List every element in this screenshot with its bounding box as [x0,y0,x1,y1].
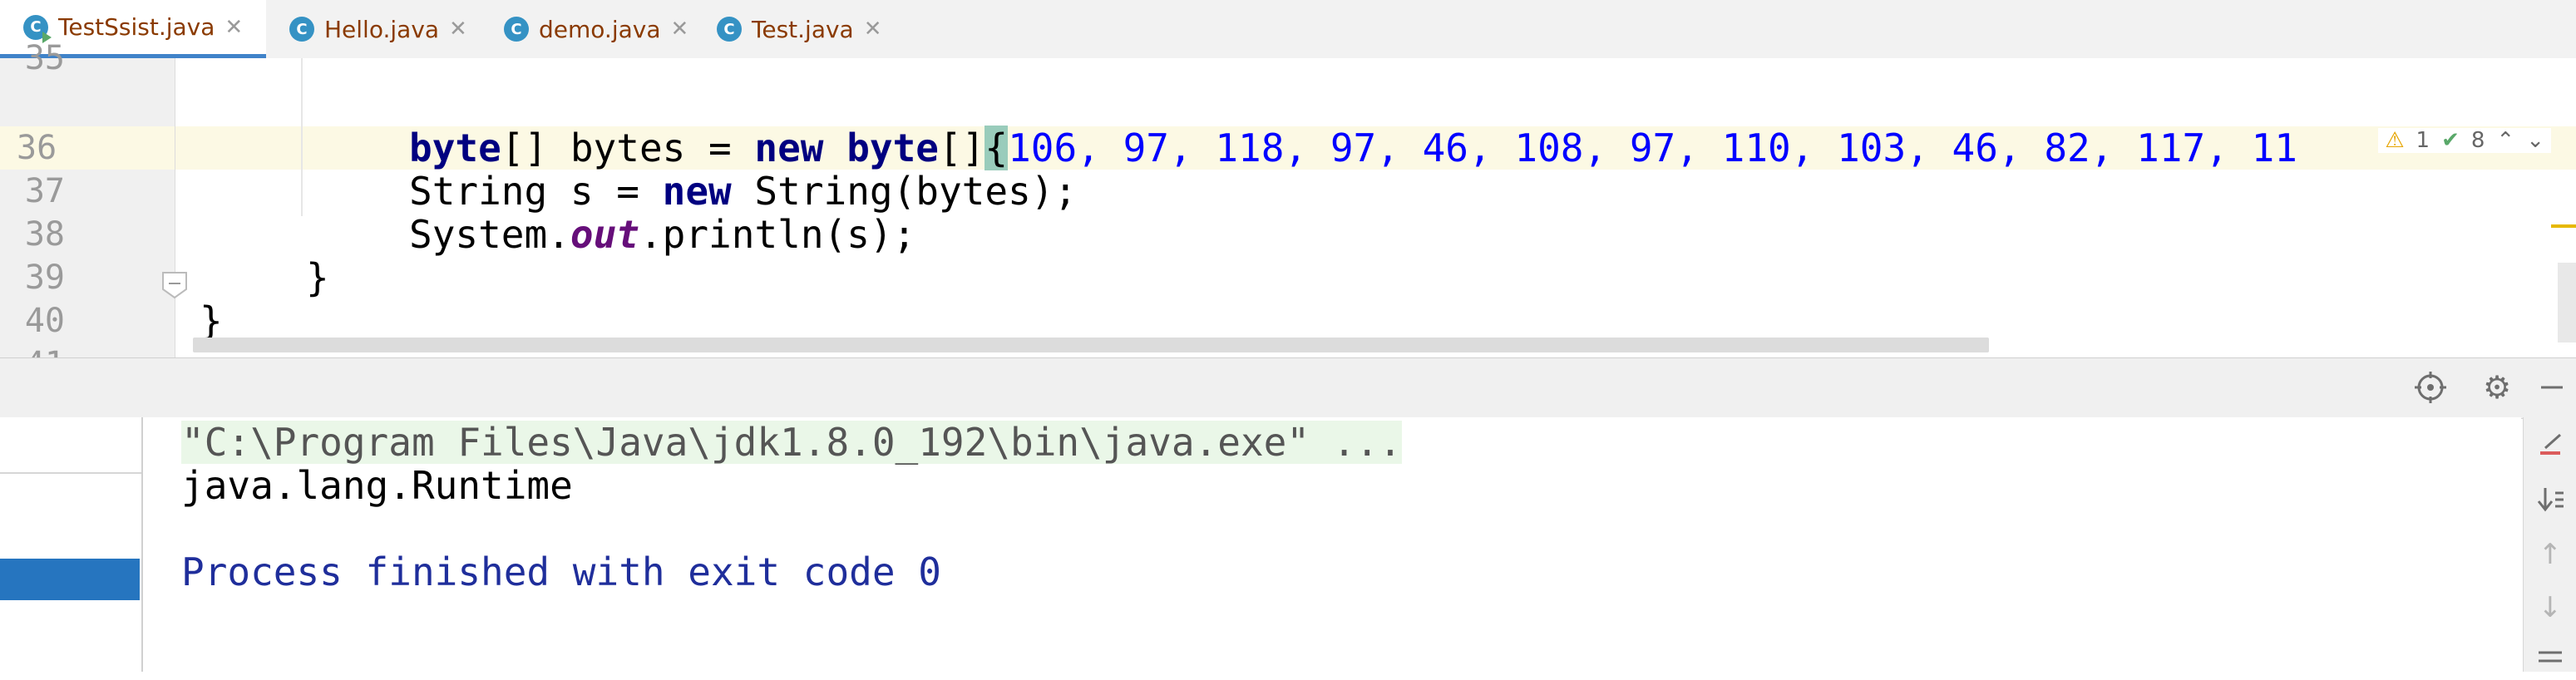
scroll-to-end-icon[interactable] [2529,479,2571,520]
console-output-line: java.lang.Runtime [181,463,573,508]
target-icon[interactable] [2410,367,2451,408]
c-class-icon: C [504,17,529,42]
c-class-icon: C [289,17,314,42]
chevron-up-icon[interactable]: ⌃ [2496,128,2514,153]
keyword: new [662,169,732,214]
line-number: 41 [0,342,65,357]
horizontal-scrollbar[interactable] [193,338,1989,352]
console-exit-line: Process finished with exit code 0 [181,549,941,594]
code-line-36: byte[] bytes = new byte[]{106, 97, 118, … [409,126,2297,170]
gear-icon[interactable]: ⚙ [2476,367,2518,408]
console-command-line: "C:\Program Files\Java\jdk1.8.0_192\bin\… [181,420,1402,465]
tab-demo-java[interactable]: C demo.java ✕ [504,0,688,58]
typo-check-icon: ✔ [2441,128,2460,153]
soft-wrap-icon[interactable] [2529,638,2571,680]
tab-label: Hello.java [324,15,440,43]
editor-tab-bar: C TestSsist.java ✕ C Hello.java ✕ C demo… [0,0,2576,59]
warning-icon: ⚠ [2385,128,2405,153]
up-arrow-icon[interactable]: ↑ [2529,534,2571,575]
indent-guide [301,58,303,216]
vertical-scrollbar[interactable] [2558,263,2576,342]
c-class-run-icon: C [23,14,52,43]
close-icon[interactable]: ✕ [225,15,243,40]
tab-test-java[interactable]: C Test.java ✕ [717,0,882,58]
code-text: .println(s); [639,212,916,257]
static-field: out [570,212,639,257]
chevron-down-icon[interactable]: ⌄ [2526,128,2544,153]
line-number: 37 [24,172,65,210]
close-icon[interactable]: ✕ [670,17,688,42]
run-side-toolbar: ↑ ↓ [2523,417,2576,672]
code-line-40: } [200,298,223,343]
code-text: String s = [409,169,663,214]
close-icon[interactable]: ✕ [864,17,882,42]
close-icon[interactable]: ✕ [449,17,467,42]
down-arrow-icon[interactable]: ↓ [2529,587,2571,628]
tab-label: TestSsist.java [58,13,215,41]
code-line-39: } [306,255,329,300]
line-number: 40 [24,302,65,340]
fold-icon[interactable] [161,271,188,299]
divider [0,472,141,474]
number-list: 106, 97, 118, 97, 46, 108, 97, 110, 103,… [1008,126,2297,170]
code-line-37: String s = new String(bytes); [409,170,1077,213]
console-output[interactable]: "C:\Program Files\Java\jdk1.8.0_192\bin\… [143,417,2521,672]
selected-run-item[interactable] [0,559,140,600]
warning-marker[interactable] [2551,224,2576,228]
run-tool-header: ⚙ [0,357,2576,419]
code-text: String(bytes); [731,169,1078,214]
code-text: System. [409,212,570,257]
run-configurations-panel [0,417,143,672]
tab-hello-java[interactable]: C Hello.java ✕ [289,0,467,58]
line-number-text: 41 [25,345,65,357]
code-line-38: System.out.println(s); [409,213,915,256]
line-number-gutter[interactable]: 35 36 37 38 39 40 41 [0,39,187,357]
line-number: 38 [24,215,65,254]
line-number: 36 [0,126,175,170]
line-number: 39 [24,259,65,297]
c-class-icon: C [717,17,742,42]
warning-count: 1 [2416,128,2430,153]
clear-icon[interactable] [2529,424,2571,466]
tab-label: Test.java [752,15,854,43]
keyword: byte [846,126,939,170]
keyword: new [754,126,824,170]
code-text: [] [939,126,985,170]
code-editor[interactable]: 35 36 37 38 39 40 41 byte[] bytes = new … [0,39,2576,357]
inspection-widget[interactable]: ⚠ 1 ✔ 8 ⌃ ⌄ [2378,128,2551,153]
typo-count: 8 [2470,128,2485,153]
tab-label: demo.java [539,15,661,43]
matched-brace: { [985,126,1009,170]
minimize-icon[interactable] [2531,367,2573,408]
keyword: byte [409,126,501,170]
line-number: 35 [24,39,65,77]
code-text: [] bytes = [501,126,755,170]
